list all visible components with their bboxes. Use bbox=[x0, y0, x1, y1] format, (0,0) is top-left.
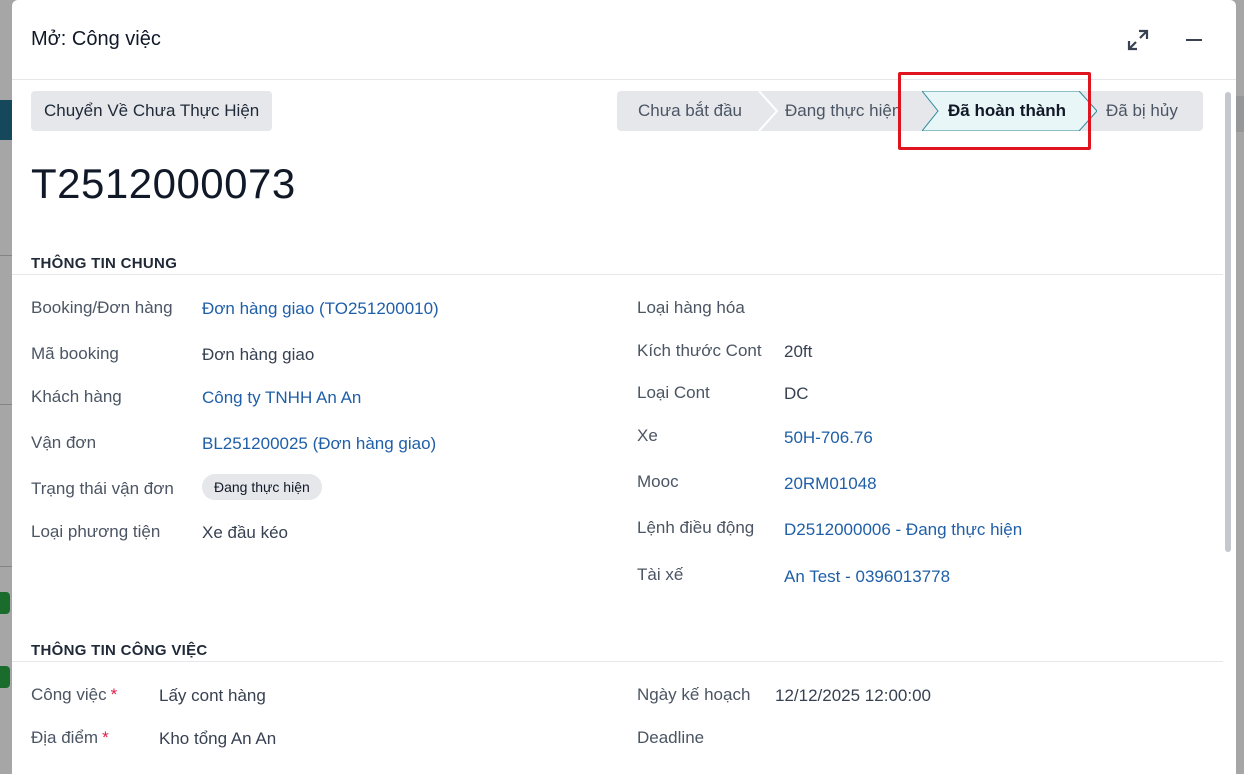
bill-link[interactable]: BL251200025 (Đơn hàng giao) bbox=[202, 434, 436, 454]
section-divider bbox=[12, 661, 1223, 662]
task-label: Công việc * bbox=[31, 685, 117, 705]
vehicle-type-value: Xe đầu kéo bbox=[202, 523, 289, 542]
stage-not-started[interactable]: Chưa bắt đầu bbox=[638, 91, 742, 131]
booking-label: Booking/Đơn hàng bbox=[31, 298, 173, 317]
plan-date-label: Ngày kế hoạch bbox=[637, 685, 751, 704]
required-mark: * bbox=[110, 685, 118, 704]
trailer-label: Mooc bbox=[637, 472, 679, 491]
section-general-title: THÔNG TIN CHUNG bbox=[31, 255, 178, 272]
customer-label: Khách hàng bbox=[31, 387, 122, 406]
dialog-title: Mở: Công việc bbox=[31, 28, 161, 50]
driver-label: Tài xế bbox=[637, 565, 684, 584]
task-dialog: Mở: Công việc Chuyển Về Chưa Thực Hiện C… bbox=[12, 0, 1236, 774]
customer-link[interactable]: Công ty TNHH An An bbox=[202, 388, 361, 408]
cont-size-label: Kích thước Cont bbox=[637, 341, 762, 360]
stage-pipeline: Chưa bắt đầu Đang thực hiện Đã hoàn thàn… bbox=[617, 91, 1203, 131]
stage-done[interactable]: Đã hoàn thành bbox=[948, 91, 1066, 131]
stage-in-progress[interactable]: Đang thực hiện bbox=[785, 91, 901, 131]
cont-size-value: 20ft bbox=[784, 342, 813, 361]
dialog-scrollbar[interactable] bbox=[1225, 92, 1231, 552]
cont-type-value: DC bbox=[784, 384, 809, 403]
dialog-header: Mở: Công việc bbox=[12, 0, 1236, 80]
location-label: Địa điểm * bbox=[31, 728, 109, 748]
vehicle-type-label: Loại phương tiện bbox=[31, 522, 161, 541]
required-mark: * bbox=[102, 728, 109, 747]
stage-cancelled[interactable]: Đã bị hủy bbox=[1106, 91, 1178, 131]
stage-separator bbox=[758, 91, 779, 131]
task-value: Lấy cont hàng bbox=[159, 686, 266, 705]
dispatch-label: Lệnh điều động bbox=[637, 518, 755, 537]
booking-code-value: Đơn hàng giao bbox=[202, 345, 315, 364]
cont-type-label: Loại Cont bbox=[637, 383, 710, 402]
section-divider bbox=[12, 274, 1223, 275]
booking-link[interactable]: Đơn hàng giao (TO251200010) bbox=[202, 299, 439, 319]
statusbar: Chuyển Về Chưa Thực Hiện Chưa bắt đầu Đa… bbox=[12, 80, 1236, 140]
bill-status-label: Trạng thái vận đơn bbox=[31, 479, 174, 498]
expand-icon[interactable] bbox=[1126, 28, 1150, 52]
bill-label: Vận đơn bbox=[31, 433, 97, 452]
record-name: T2512000073 bbox=[31, 160, 296, 207]
truck-label: Xe bbox=[637, 426, 658, 445]
minimize-icon[interactable] bbox=[1182, 28, 1206, 52]
location-label-text: Địa điểm bbox=[31, 728, 99, 747]
task-label-text: Công việc bbox=[31, 685, 107, 704]
plan-date-value: 12/12/2025 12:00:00 bbox=[775, 686, 931, 705]
section-work-title: THÔNG TIN CÔNG VIỆC bbox=[31, 642, 208, 659]
deadline-label: Deadline bbox=[637, 728, 705, 747]
booking-code-label: Mã booking bbox=[31, 344, 119, 363]
back-to-not-done-button[interactable]: Chuyển Về Chưa Thực Hiện bbox=[31, 91, 273, 131]
goods-type-label: Loại hàng hóa bbox=[637, 298, 745, 317]
dispatch-link[interactable]: D2512000006 - Đang thực hiện bbox=[784, 520, 1022, 540]
trailer-link[interactable]: 20RM01048 bbox=[784, 474, 877, 494]
driver-link[interactable]: An Test - 0396013778 bbox=[784, 567, 950, 587]
truck-link[interactable]: 50H-706.76 bbox=[784, 428, 873, 448]
bill-status-badge: Đang thực hiện bbox=[202, 474, 322, 500]
location-value: Kho tổng An An bbox=[159, 729, 277, 748]
